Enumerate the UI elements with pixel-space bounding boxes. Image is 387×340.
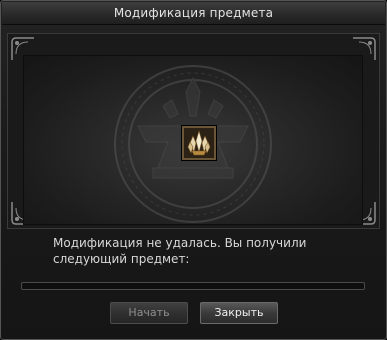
close-button[interactable]: Закрыть <box>200 302 278 324</box>
result-item-slot[interactable] <box>182 126 216 160</box>
result-message: Модификация не удалась. Вы получили след… <box>53 236 307 266</box>
crystal-icon <box>184 128 214 158</box>
progress-bar <box>21 282 365 290</box>
enchant-stage <box>23 55 363 225</box>
start-button[interactable]: Начать <box>110 302 188 324</box>
window-title: Модификация предмета <box>113 6 274 20</box>
title-bar[interactable]: Модификация предмета <box>2 2 385 25</box>
enchant-window: Модификация предмета Модификация не удал… <box>0 0 387 340</box>
